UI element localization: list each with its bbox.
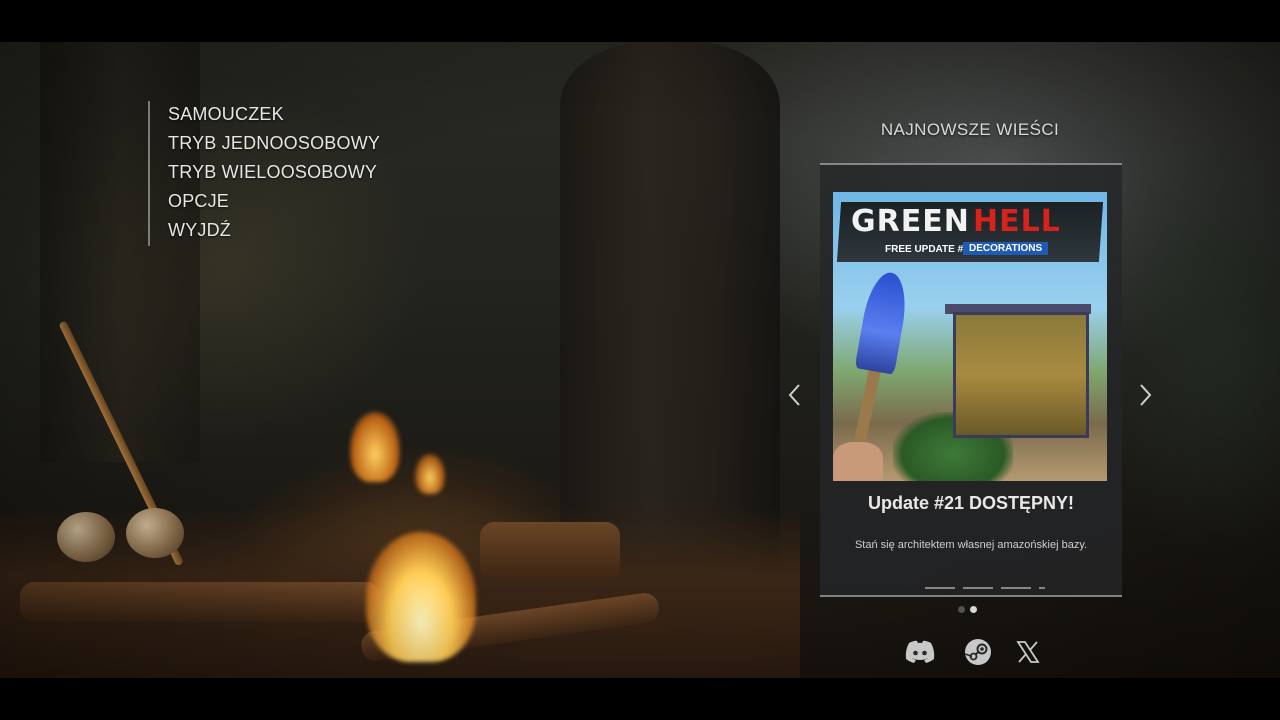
image-logo-hell: HELL <box>973 204 1061 239</box>
image-logo-green: GREEN <box>851 204 970 239</box>
discord-icon <box>905 640 935 663</box>
main-menu: SAMOUCZEK TRYB JEDNOOSOBOWY TRYB WIELOOS… <box>148 101 380 246</box>
discord-button[interactable] <box>902 636 938 668</box>
letterbox-frame: SAMOUCZEK TRYB JEDNOOSOBOWY TRYB WIELOOS… <box>0 0 1280 720</box>
menu-item-tutorial[interactable]: SAMOUCZEK <box>168 101 380 130</box>
pagination-dot-active[interactable] <box>970 606 977 613</box>
x-icon <box>1016 641 1040 663</box>
news-prev-button[interactable] <box>780 380 810 410</box>
steam-icon <box>965 639 991 665</box>
menu-item-options[interactable]: OPCJE <box>168 188 380 217</box>
news-body: Stań się architektem własnej amazońskiej… <box>854 539 1088 551</box>
news-next-button[interactable] <box>1130 380 1160 410</box>
chevron-right-icon <box>1140 384 1152 406</box>
image-decorations-label: DECORATIONS <box>963 242 1049 255</box>
x-twitter-button[interactable] <box>1010 636 1046 668</box>
image-hand <box>833 442 883 481</box>
news-headline: Update #21 DOSTĘPNY! <box>867 493 1075 513</box>
chevron-left-icon <box>788 384 800 406</box>
pagination-dot[interactable] <box>958 606 965 613</box>
image-broom <box>854 269 912 375</box>
news-image[interactable]: GREEN HELL FREE UPDATE #21 DECORATIONS <box>833 192 1107 481</box>
image-update-label: FREE UPDATE #21 <box>885 244 975 255</box>
menu-item-singleplayer[interactable]: TRYB JEDNOOSOBOWY <box>168 130 380 159</box>
image-hut <box>953 312 1089 438</box>
menu-item-exit[interactable]: WYJDŹ <box>168 217 380 246</box>
news-card[interactable]: GREEN HELL FREE UPDATE #21 DECORATIONS U… <box>820 163 1122 597</box>
menu-item-multiplayer[interactable]: TRYB WIELOOSOBOWY <box>168 159 380 188</box>
steam-button[interactable] <box>960 636 996 668</box>
news-pagination <box>956 606 980 616</box>
news-section-title: NAJNOWSZE WIEŚCI <box>880 120 1060 139</box>
card-decoration <box>925 587 1045 589</box>
